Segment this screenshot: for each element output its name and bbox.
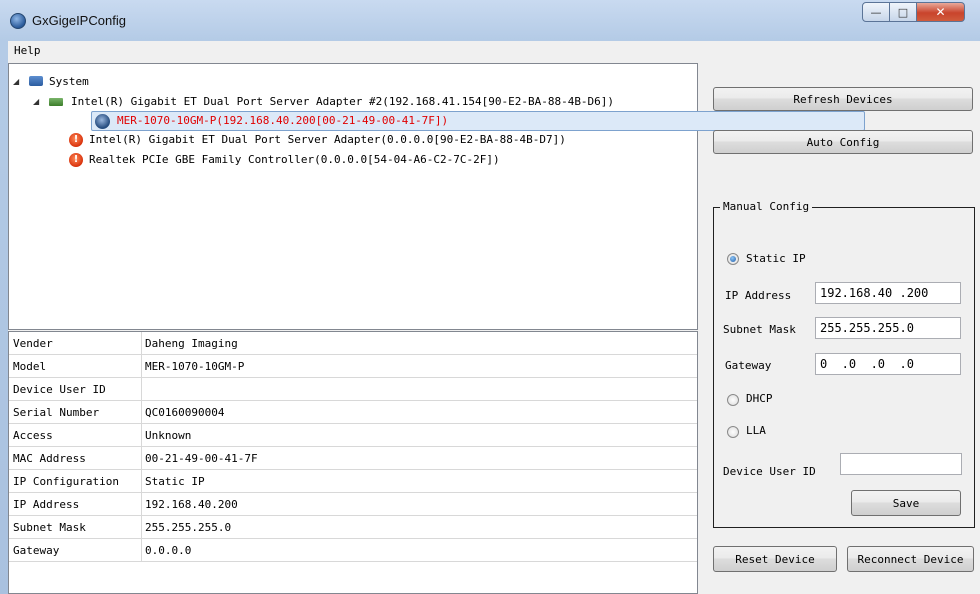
property-value: MER-1070-10GM-P bbox=[145, 360, 245, 373]
column-divider bbox=[141, 332, 142, 354]
properties-grid: Vender Daheng Imaging Model MER-1070-10GM-… bbox=[8, 331, 698, 594]
tree-node-label: Intel(R) Gigabit ET Dual Port Server Ada… bbox=[89, 133, 566, 146]
column-divider bbox=[141, 447, 142, 469]
window-title: GxGigeIPConfig bbox=[32, 13, 126, 28]
static-ip-radio[interactable] bbox=[727, 253, 739, 265]
column-divider bbox=[141, 539, 142, 561]
lla-label[interactable]: LLA bbox=[746, 424, 766, 437]
property-key: Gateway bbox=[13, 544, 60, 557]
property-row[interactable]: IP Address 192.168.40.200 bbox=[9, 493, 697, 516]
maximize-button[interactable]: □ bbox=[890, 2, 917, 22]
close-icon: ✕ bbox=[935, 5, 946, 19]
device-user-id-label: Device User ID bbox=[723, 465, 816, 478]
property-key: Device User ID bbox=[13, 383, 106, 396]
caption-buttons: — □ ✕ bbox=[862, 2, 974, 24]
refresh-devices-button[interactable]: Refresh Devices bbox=[713, 87, 973, 111]
maximize-icon: □ bbox=[897, 5, 909, 19]
expand-arrow-icon[interactable]: ◢ bbox=[33, 98, 41, 106]
property-key: Access bbox=[13, 429, 53, 442]
minimize-button[interactable]: — bbox=[862, 2, 890, 22]
device-tree[interactable]: ◢ System ◢ Intel(R) Gigabit ET Dual Port… bbox=[8, 63, 865, 330]
minimize-icon: — bbox=[870, 5, 882, 19]
lla-radio[interactable] bbox=[727, 426, 739, 438]
property-row[interactable]: Gateway 0.0.0.0 bbox=[9, 539, 697, 562]
property-key: MAC Address bbox=[13, 452, 86, 465]
property-key: Model bbox=[13, 360, 47, 373]
tree-node-label: System bbox=[49, 75, 89, 88]
gateway-label: Gateway bbox=[725, 359, 772, 372]
dhcp-label[interactable]: DHCP bbox=[746, 392, 773, 405]
property-value: Unknown bbox=[145, 429, 192, 442]
property-value: 255.255.255.0 bbox=[145, 521, 232, 534]
title-bar: GxGigeIPConfig — □ ✕ bbox=[0, 0, 980, 40]
column-divider bbox=[141, 470, 142, 492]
tree-node-label: Realtek PCIe GBE Family Controller(0.0.0… bbox=[89, 153, 500, 166]
close-button[interactable]: ✕ bbox=[917, 2, 965, 22]
manual-config-title: Manual Config bbox=[720, 200, 813, 213]
computer-network-icon bbox=[29, 76, 43, 86]
property-row[interactable]: Vender Daheng Imaging bbox=[9, 332, 697, 355]
property-key: Subnet Mask bbox=[13, 521, 86, 534]
property-row[interactable]: MAC Address 00-21-49-00-41-7F bbox=[9, 447, 697, 470]
app-icon bbox=[10, 13, 26, 29]
property-row[interactable]: Device User ID bbox=[9, 378, 697, 401]
tree-node-label: Intel(R) Gigabit ET Dual Port Server Ada… bbox=[71, 95, 615, 108]
menu-bar: Help bbox=[8, 41, 980, 61]
property-row[interactable]: Model MER-1070-10GM-P bbox=[9, 355, 697, 378]
network-card-icon bbox=[49, 98, 63, 106]
camera-icon bbox=[95, 114, 110, 129]
reset-device-button[interactable]: Reset Device bbox=[713, 546, 837, 572]
ip-address-label: IP Address bbox=[725, 289, 792, 302]
static-ip-label[interactable]: Static IP bbox=[746, 252, 806, 265]
dhcp-radio[interactable] bbox=[727, 394, 739, 406]
ip-address-input[interactable]: 192.168.40 .200 bbox=[815, 282, 961, 304]
property-key: Serial Number bbox=[13, 406, 100, 419]
device-user-id-input[interactable] bbox=[840, 453, 962, 475]
property-value: Daheng Imaging bbox=[145, 337, 238, 350]
property-key: Vender bbox=[13, 337, 53, 350]
subnet-mask-input[interactable]: 255.255.255.0 bbox=[815, 317, 961, 339]
column-divider bbox=[141, 355, 142, 377]
error-icon: ! bbox=[69, 133, 83, 147]
property-key: IP Configuration bbox=[13, 475, 119, 488]
tree-node-label: MER-1070-10GM-P(192.168.40.200[00-21-49-… bbox=[117, 114, 449, 127]
property-row[interactable]: IP Configuration Static IP bbox=[9, 470, 697, 493]
menu-help[interactable]: Help bbox=[14, 44, 41, 57]
property-value: QC0160090004 bbox=[145, 406, 225, 419]
property-row[interactable]: Subnet Mask 255.255.255.0 bbox=[9, 516, 697, 539]
property-key: IP Address bbox=[13, 498, 80, 511]
property-row[interactable]: Serial Number QC0160090004 bbox=[9, 401, 697, 424]
property-value: Static IP bbox=[145, 475, 205, 488]
reconnect-device-button[interactable]: Reconnect Device bbox=[847, 546, 974, 572]
column-divider bbox=[141, 493, 142, 515]
column-divider bbox=[141, 424, 142, 446]
column-divider bbox=[141, 378, 142, 400]
property-row[interactable]: Access Unknown bbox=[9, 424, 697, 447]
column-divider bbox=[141, 516, 142, 538]
save-button[interactable]: Save bbox=[851, 490, 961, 516]
property-value: 00-21-49-00-41-7F bbox=[145, 452, 258, 465]
expand-arrow-icon[interactable]: ◢ bbox=[13, 78, 21, 86]
gateway-input[interactable]: 0 .0 .0 .0 bbox=[815, 353, 961, 375]
error-icon: ! bbox=[69, 153, 83, 167]
auto-config-button[interactable]: Auto Config bbox=[713, 130, 973, 154]
column-divider bbox=[141, 401, 142, 423]
subnet-mask-label: Subnet Mask bbox=[723, 323, 796, 336]
property-value: 192.168.40.200 bbox=[145, 498, 238, 511]
property-value: 0.0.0.0 bbox=[145, 544, 192, 557]
